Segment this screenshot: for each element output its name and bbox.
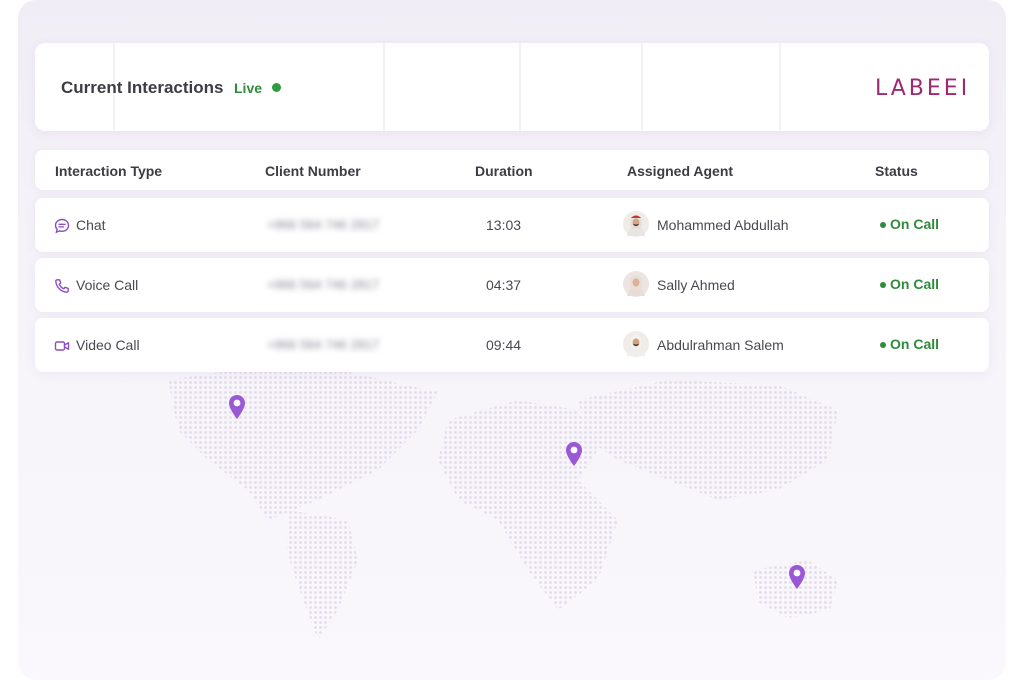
interaction-type: Chat [76,217,106,233]
client-number: +966 564 746 2817 [267,277,380,292]
interaction-type: Voice Call [76,277,139,293]
status-badge: On Call [890,216,940,232]
avatar [623,331,649,357]
table-row[interactable]: Voice Call +966 564 746 2817 04:37 Sally… [35,258,989,312]
client-number: +966 564 746 2817 [267,217,380,232]
status-dot-icon [880,342,886,348]
header-divider [383,43,385,131]
column-header-interaction-type: Interaction Type [55,163,163,179]
column-header-status: Status [875,163,918,179]
status-badge: On Call [890,276,940,292]
assigned-agent: Abdulrahman Salem [657,337,784,353]
live-indicator-icon [272,83,281,92]
assigned-agent: Sally Ahmed [657,277,735,293]
table-row[interactable]: Video Call +966 564 746 2817 09:44 Abdul… [35,318,989,372]
status-badge: On Call [890,336,940,352]
map-pin-icon [229,395,245,419]
live-label: Live [234,80,263,96]
column-header-duration: Duration [475,163,533,179]
avatar [623,271,649,297]
svg-text:LABEEB: LABEEB [875,76,965,101]
duration: 04:37 [486,277,522,293]
video-camera-icon [54,341,70,351]
status-dot-icon [880,282,886,288]
phone-icon [55,279,69,293]
table-header: Interaction Type Client Number Duration … [35,150,989,190]
client-number: +966 564 746 2817 [267,337,380,352]
header-card: Current Interactions Live LABEEB [35,43,989,131]
column-header-assigned-agent: Assigned Agent [627,163,734,179]
header-divider [641,43,643,131]
page-title: Current Interactions [61,78,224,97]
map-pin-icon [566,442,582,466]
table-row[interactable]: Chat +966 564 746 2817 13:03 Mohammed Ab… [35,198,989,252]
chat-bubble-icon [54,218,70,234]
interaction-type: Video Call [76,337,140,353]
map-pin-icon [789,565,805,589]
labeeb-logo: LABEEB [875,76,965,101]
status-dot-icon [880,222,886,228]
duration: 13:03 [486,217,522,233]
assigned-agent: Mohammed Abdullah [657,217,789,233]
app-panel: Current Interactions Live LABEEB Interac… [18,0,1006,680]
header-divider [519,43,521,131]
header-divider [779,43,781,131]
column-header-client-number: Client Number [265,163,361,179]
avatar [623,211,649,237]
duration: 09:44 [486,337,522,353]
